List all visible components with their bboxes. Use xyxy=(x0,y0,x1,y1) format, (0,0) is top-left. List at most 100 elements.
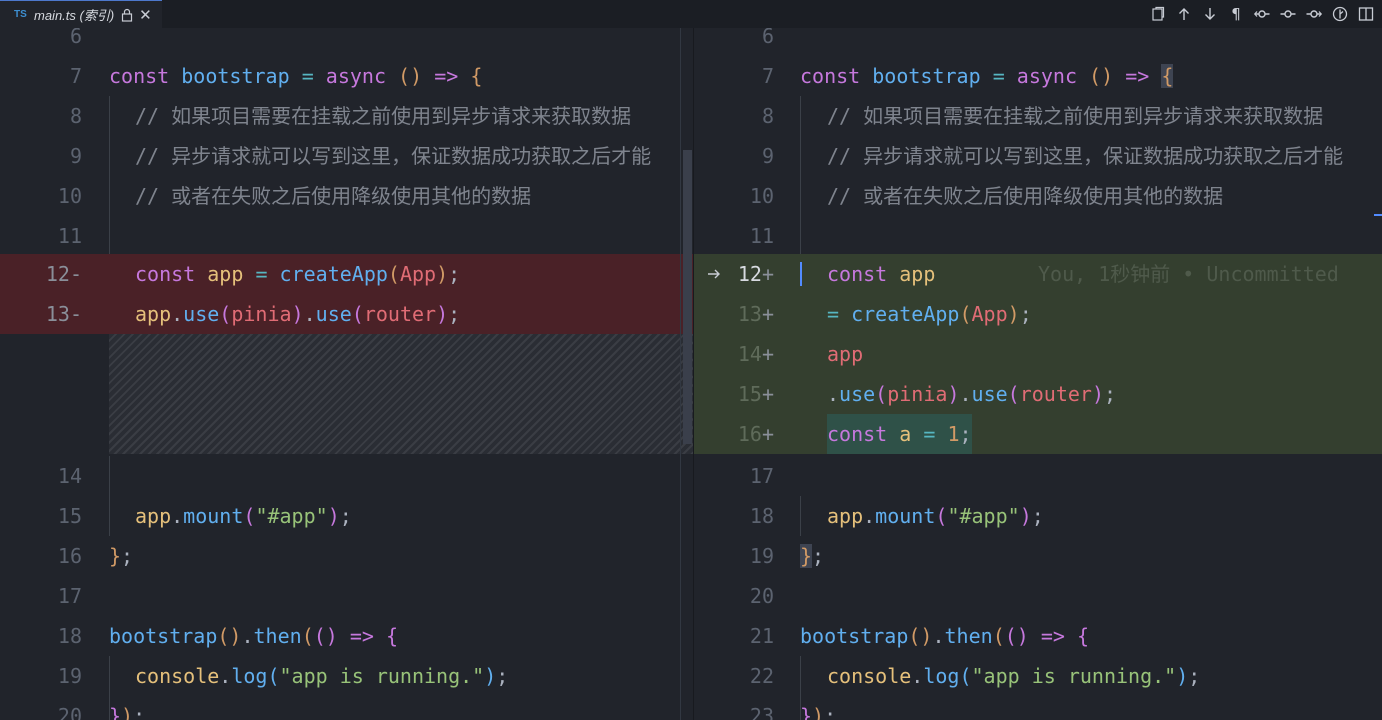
commit-icon[interactable] xyxy=(1278,4,1298,24)
line-number: 7 xyxy=(69,64,82,88)
code-line: 9 // 异步请求就可以写到这里，保证数据成功获取之后才能 xyxy=(694,136,1382,176)
split-editor-icon[interactable] xyxy=(1356,4,1376,24)
code-text: }); xyxy=(800,704,837,720)
line-number: 22 xyxy=(749,664,774,688)
code-text: app.mount("#app"); xyxy=(827,504,1044,528)
code-line: 21 bootstrap().then(() => { xyxy=(694,616,1382,656)
line-number: 6 xyxy=(69,28,82,48)
code-text: const bootstrap = async () => { xyxy=(109,64,483,88)
code-line: 7 const bootstrap = async () => { xyxy=(694,56,1382,96)
typescript-file-icon: TS xyxy=(14,9,27,20)
arrow-right-icon[interactable] xyxy=(706,266,722,282)
code-text: const app xyxy=(827,262,936,286)
code-line: 23 }); xyxy=(694,696,1382,720)
code-line: 19 console.log("app is running."); xyxy=(0,656,693,696)
code-line: 6 xyxy=(694,28,1382,56)
code-line: 17 xyxy=(694,456,1382,496)
code-text: bootstrap().then(() => { xyxy=(800,624,1090,648)
code-text: }); xyxy=(109,704,146,720)
arrow-up-icon[interactable] xyxy=(1174,4,1194,24)
code-text: = createApp(App); xyxy=(827,302,1032,326)
code-line: 17 xyxy=(0,576,693,616)
code-line: 8 // 如果项目需要在挂载之前使用到异步请求来获取数据 xyxy=(694,96,1382,136)
line-number: 11 xyxy=(749,224,774,248)
vertical-scrollbar-thumb[interactable] xyxy=(683,150,692,444)
code-text: }; xyxy=(800,544,825,568)
timeline-icon[interactable] xyxy=(1330,4,1350,24)
comment-text: // 如果项目需要在挂载之前使用到异步请求来获取数据 xyxy=(827,104,1324,128)
open-file-icon[interactable] xyxy=(1148,4,1168,24)
line-number: 16+ xyxy=(737,422,774,446)
line-number: 11 xyxy=(57,224,82,248)
diff-original-pane[interactable]: 6 7 const bootstrap = async () => { 8 //… xyxy=(0,28,693,720)
code-line: 7 const bootstrap = async () => { xyxy=(0,56,693,96)
line-number: 13- xyxy=(45,302,82,326)
added-line: 14+ app xyxy=(694,334,1382,374)
code-line: 22 console.log("app is running."); xyxy=(694,656,1382,696)
line-number: 12- xyxy=(45,262,82,286)
tab-main-ts[interactable]: TS main.ts (索引) ✕ xyxy=(0,0,162,28)
code-line: 8 // 如果项目需要在挂载之前使用到异步请求来获取数据 xyxy=(0,96,693,136)
git-blame-annotation[interactable]: You, 1秒钟前 • Uncommitted xyxy=(1038,254,1339,294)
code-text: app.use(pinia).use(router); xyxy=(135,302,461,326)
code-line: 14 xyxy=(0,456,693,496)
line-number: 15 xyxy=(57,504,82,528)
pilcrow-icon[interactable]: ¶ xyxy=(1226,4,1246,24)
line-number: 10 xyxy=(749,184,774,208)
code-line: 19 }; xyxy=(694,536,1382,576)
code-line: 18 bootstrap().then(() => { xyxy=(0,616,693,656)
commit-prev-icon[interactable] xyxy=(1252,4,1272,24)
comment-text: // 如果项目需要在挂载之前使用到异步请求来获取数据 xyxy=(135,104,632,128)
line-number: 10 xyxy=(57,184,82,208)
code-text: app xyxy=(827,342,864,366)
code-text: const a = 1; xyxy=(827,414,972,454)
line-number: 20 xyxy=(57,704,82,720)
added-line: 13+ = createApp(App); xyxy=(694,294,1382,334)
code-line: 11 xyxy=(694,216,1382,256)
code-line: 16 }; xyxy=(0,536,693,576)
arrow-down-icon[interactable] xyxy=(1200,4,1220,24)
commit-next-icon[interactable] xyxy=(1304,4,1324,24)
code-text: app.mount("#app"); xyxy=(135,504,352,528)
code-text: const app = createApp(App); xyxy=(135,262,461,286)
overview-ruler-marker xyxy=(1374,214,1382,216)
code-line: 20 xyxy=(694,576,1382,616)
pane-divider[interactable] xyxy=(680,28,681,720)
code-line: 6 xyxy=(0,28,693,56)
line-number: 13+ xyxy=(737,302,774,326)
line-number: 19 xyxy=(749,544,774,568)
code-line: 18 app.mount("#app"); xyxy=(694,496,1382,536)
code-line: 10 // 或者在失败之后使用降级使用其他的数据 xyxy=(694,176,1382,216)
line-number: 8 xyxy=(761,104,774,128)
line-number: 17 xyxy=(749,464,774,488)
line-number: 14+ xyxy=(737,342,774,366)
editor-tab-bar: TS main.ts (索引) ✕ ¶ xyxy=(0,0,1382,28)
code-text: bootstrap().then(() => { xyxy=(109,624,399,648)
line-number: 7 xyxy=(761,64,774,88)
line-number: 18 xyxy=(749,504,774,528)
line-number: 23 xyxy=(749,704,774,720)
line-number: 15+ xyxy=(737,382,774,406)
diff-filler-hatch xyxy=(109,334,693,454)
added-line: 16+ const a = 1; xyxy=(694,414,1382,454)
diff-modified-pane[interactable]: 6 7 const bootstrap = async () => { 8 //… xyxy=(694,28,1382,720)
lock-icon[interactable] xyxy=(121,8,133,22)
removed-line: 13- app.use(pinia).use(router); xyxy=(0,294,693,334)
added-line: 12+ const app You, 1秒钟前 • Uncommitted xyxy=(694,254,1382,294)
close-icon[interactable]: ✕ xyxy=(139,6,152,24)
code-line: 15 app.mount("#app"); xyxy=(0,496,693,536)
code-text: console.log("app is running."); xyxy=(827,664,1201,688)
comment-text: // 异步请求就可以写到这里，保证数据成功获取之后才能 xyxy=(827,144,1344,168)
comment-text: // 或者在失败之后使用降级使用其他的数据 xyxy=(827,184,1224,208)
line-number: 21 xyxy=(749,624,774,648)
text-cursor xyxy=(800,262,802,286)
code-text: console.log("app is running."); xyxy=(135,664,509,688)
line-number: 6 xyxy=(761,28,774,48)
line-number: 16 xyxy=(57,544,82,568)
code-text: const bootstrap = async () => { xyxy=(800,64,1174,88)
line-number: 12+ xyxy=(737,262,774,286)
line-number: 20 xyxy=(749,584,774,608)
line-number: 9 xyxy=(69,144,82,168)
comment-text: // 异步请求就可以写到这里，保证数据成功获取之后才能 xyxy=(135,144,652,168)
removed-line: 12- const app = createApp(App); xyxy=(0,254,693,294)
